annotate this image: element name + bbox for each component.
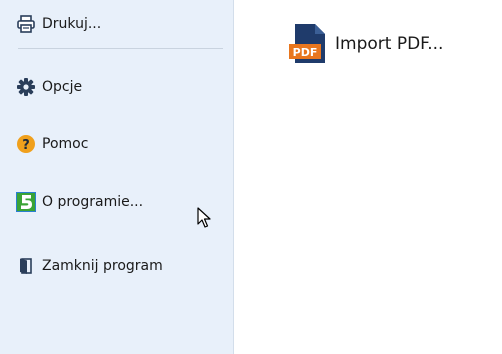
gear-icon bbox=[16, 77, 36, 97]
svg-text:?: ? bbox=[22, 138, 30, 153]
help-icon: ? bbox=[16, 134, 36, 154]
svg-text:PDF: PDF bbox=[293, 46, 318, 59]
import-pdf-button[interactable]: PDF Import PDF... bbox=[289, 22, 443, 66]
import-pdf-label: Import PDF... bbox=[335, 34, 444, 54]
sidebar-item-help[interactable]: ? Pomoc bbox=[0, 127, 233, 161]
menu-separator bbox=[18, 48, 223, 49]
sidebar-item-print[interactable]: Drukuj... bbox=[0, 7, 233, 41]
pdf-icon: PDF bbox=[289, 23, 327, 65]
sidebar-item-label: Pomoc bbox=[42, 136, 89, 152]
app-logo-icon bbox=[16, 192, 36, 212]
backstage-sidebar bbox=[0, 0, 233, 354]
sidebar-item-label: Drukuj... bbox=[42, 16, 102, 32]
printer-icon bbox=[16, 14, 36, 34]
mouse-cursor-icon bbox=[197, 207, 211, 228]
exit-icon bbox=[16, 256, 36, 276]
sidebar-item-options[interactable]: Opcje bbox=[0, 70, 233, 104]
sidebar-item-exit[interactable]: Zamknij program bbox=[0, 249, 233, 283]
sidebar-divider bbox=[233, 0, 234, 354]
sidebar-item-label: Zamknij program bbox=[42, 258, 163, 274]
sidebar-item-label: O programie... bbox=[42, 194, 144, 210]
sidebar-item-label: Opcje bbox=[42, 79, 83, 95]
